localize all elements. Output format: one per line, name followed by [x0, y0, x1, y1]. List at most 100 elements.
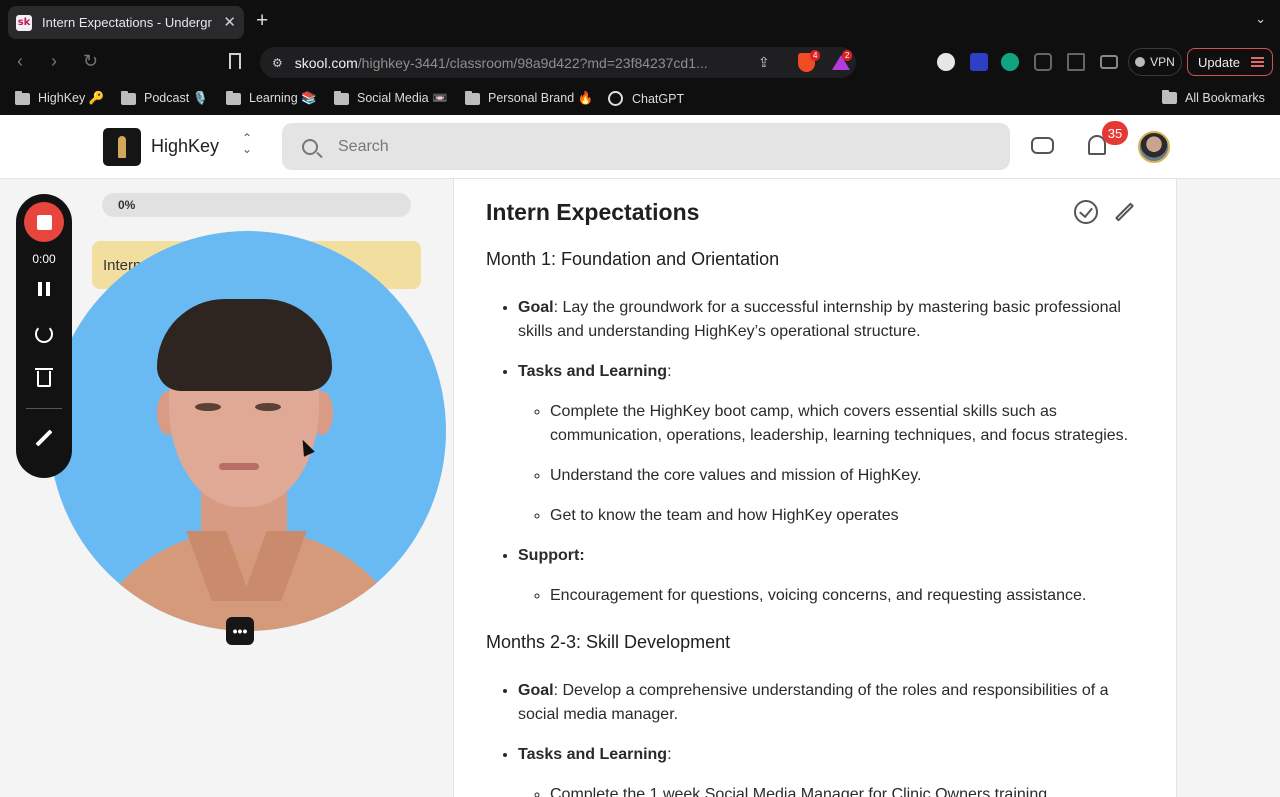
- restart-icon[interactable]: [35, 325, 53, 343]
- bookmark-folder-social-media[interactable]: Social Media 📼: [334, 90, 448, 106]
- section-heading: Month 1: Foundation and Orientation: [486, 249, 780, 269]
- extension-one-icon[interactable]: [937, 53, 955, 71]
- all-bookmarks[interactable]: All Bookmarks: [1162, 90, 1265, 105]
- item-label: Tasks and Learning: [518, 363, 668, 380]
- recording-timer: 0:00: [32, 252, 56, 266]
- search-bar[interactable]: [282, 123, 1010, 170]
- url-host: skool.com: [294, 54, 358, 71]
- item-suffix: :: [667, 363, 672, 380]
- bookmark-folder-learning[interactable]: Learning 📚: [226, 90, 317, 106]
- list-item: Goal: Lay the groundwork for a successfu…: [518, 296, 1146, 344]
- bookmark-icon[interactable]: [229, 53, 241, 69]
- item-label: Goal: [518, 682, 554, 699]
- recorder-controls: 0:00: [16, 194, 72, 478]
- course-sidebar: 0% Intern Expectations ••• 0:00: [0, 179, 453, 797]
- sub-list: Complete the 1 week Social Media Manager…: [550, 783, 1146, 797]
- update-button[interactable]: Update: [1187, 48, 1273, 76]
- trash-icon[interactable]: [35, 368, 53, 387]
- item-text: : Lay the groundwork for a successful in…: [518, 299, 1121, 340]
- new-tab-icon[interactable]: +: [256, 9, 268, 33]
- webcam-person-eye: [195, 403, 221, 411]
- list-item: Get to know the team and how HighKey ope…: [550, 504, 1146, 528]
- list-item: Understand the core values and mission o…: [550, 464, 1146, 488]
- bookmark-label: HighKey 🔑: [38, 91, 105, 105]
- list-item: Encouragement for questions, voicing con…: [550, 584, 1146, 608]
- webcam-person-mouth: [219, 463, 259, 470]
- rewards-badge: 2: [842, 50, 853, 61]
- highkey-logo[interactable]: [103, 128, 141, 166]
- section-list: Goal: Lay the groundwork for a successfu…: [518, 296, 1146, 608]
- chevron-down-icon[interactable]: ⌄: [1255, 11, 1266, 27]
- bookmark-label: Social Media 📼: [357, 91, 448, 105]
- sub-list: Complete the HighKey boot camp, which co…: [550, 400, 1146, 528]
- grammarly-icon[interactable]: [1001, 53, 1019, 71]
- section-heading: Months 2-3: Skill Development: [486, 632, 731, 652]
- pause-icon[interactable]: [38, 282, 50, 296]
- site-header: HighKey ⌃⌄ 35: [0, 115, 1280, 179]
- wallet-icon[interactable]: [1100, 55, 1118, 69]
- webcam-bubble[interactable]: [49, 231, 446, 631]
- community-switcher-icon[interactable]: ⌃ ⌄: [242, 132, 252, 155]
- community-name[interactable]: HighKey: [151, 136, 219, 157]
- lesson-body: Month 1: Foundation and Orientation Goal…: [486, 247, 1146, 797]
- item-label: Goal: [518, 299, 554, 316]
- bookmark-chatgpt[interactable]: ChatGPT: [608, 91, 684, 106]
- bookmark-label: Learning 📚: [249, 91, 317, 105]
- webcam-person-hair: [157, 299, 332, 391]
- brave-shield-badge: 4: [810, 50, 821, 61]
- list-item: Tasks and Learning: Complete the HighKey…: [518, 360, 1146, 528]
- browser-tab-active[interactable]: sk Intern Expectations - Undergr ✕: [8, 6, 244, 39]
- vpn-button[interactable]: VPN: [1128, 48, 1182, 76]
- url-text[interactable]: skool.com/highkey-3441/classroom/98a9d42…: [295, 55, 735, 71]
- back-arrow-icon[interactable]: ‹: [17, 51, 23, 72]
- key-icon: [118, 136, 126, 158]
- list-item: Complete the 1 week Social Media Manager…: [550, 783, 1146, 797]
- bookmark-label: Personal Brand 🔥: [488, 91, 594, 105]
- recorder-divider: [26, 408, 62, 409]
- stop-icon: [36, 214, 52, 230]
- mark-complete-icon[interactable]: [1074, 200, 1098, 224]
- bookmark-folder-podcast[interactable]: Podcast 🎙️: [121, 90, 208, 106]
- stop-recording-button[interactable]: [24, 202, 64, 242]
- right-gutter: [1177, 179, 1280, 797]
- folder-icon: [121, 90, 136, 105]
- lesson-content: Intern Expectations Month 1: Foundation …: [453, 179, 1177, 797]
- avatar[interactable]: [1138, 131, 1170, 163]
- edit-pencil-icon[interactable]: [1114, 202, 1135, 222]
- list-item: Complete the HighKey boot camp, which co…: [550, 400, 1146, 448]
- chatgpt-icon: [608, 91, 623, 106]
- search-input[interactable]: [338, 137, 938, 156]
- list-item: Support: Encouragement for questions, vo…: [518, 544, 1146, 608]
- folder-icon: [226, 90, 241, 105]
- tab-title: Intern Expectations - Undergr: [42, 15, 212, 30]
- share-icon[interactable]: ⇪: [758, 54, 770, 71]
- forward-arrow-icon[interactable]: ›: [51, 51, 57, 72]
- bookmark-folder-personal-brand[interactable]: Personal Brand 🔥: [465, 90, 594, 106]
- item-suffix: :: [667, 746, 672, 763]
- chat-icon[interactable]: [1031, 137, 1054, 154]
- item-label: Support:: [518, 547, 585, 564]
- url-path: /highkey-3441/classroom/98a9d422?md=23f8…: [357, 54, 708, 71]
- bookmark-folder-highkey[interactable]: HighKey 🔑: [15, 90, 105, 106]
- pen-icon[interactable]: [35, 429, 53, 447]
- close-icon[interactable]: ✕: [223, 13, 236, 31]
- search-icon: [302, 138, 318, 155]
- item-label: Tasks and Learning: [518, 746, 668, 763]
- notification-badge: 35: [1102, 121, 1128, 145]
- browser-tabbar: sk Intern Expectations - Undergr ✕ + ⌄: [0, 0, 1280, 43]
- item-text: : Develop a comprehensive understanding …: [518, 682, 1109, 723]
- extensions-puzzle-icon[interactable]: [1034, 53, 1052, 71]
- skool-favicon-icon: sk: [16, 14, 32, 31]
- course-progress-bar: 0%: [102, 193, 411, 217]
- webcam-person-eye: [255, 403, 281, 411]
- reload-icon[interactable]: ↻: [83, 51, 98, 72]
- address-bar[interactable]: ⚙ skool.com/highkey-3441/classroom/98a9d…: [260, 47, 856, 78]
- extension-two-icon[interactable]: [970, 53, 988, 71]
- sidebar-toggle-icon[interactable]: [1067, 53, 1085, 71]
- more-options-icon[interactable]: •••: [226, 617, 254, 645]
- folder-icon: [1162, 90, 1177, 104]
- browser-toolbar: ‹ › ↻ ⚙ skool.com/highkey-3441/classroom…: [0, 43, 1280, 83]
- site-settings-icon[interactable]: ⚙: [272, 56, 283, 70]
- folder-icon: [334, 90, 349, 105]
- list-item: Tasks and Learning: Complete the 1 week …: [518, 743, 1146, 797]
